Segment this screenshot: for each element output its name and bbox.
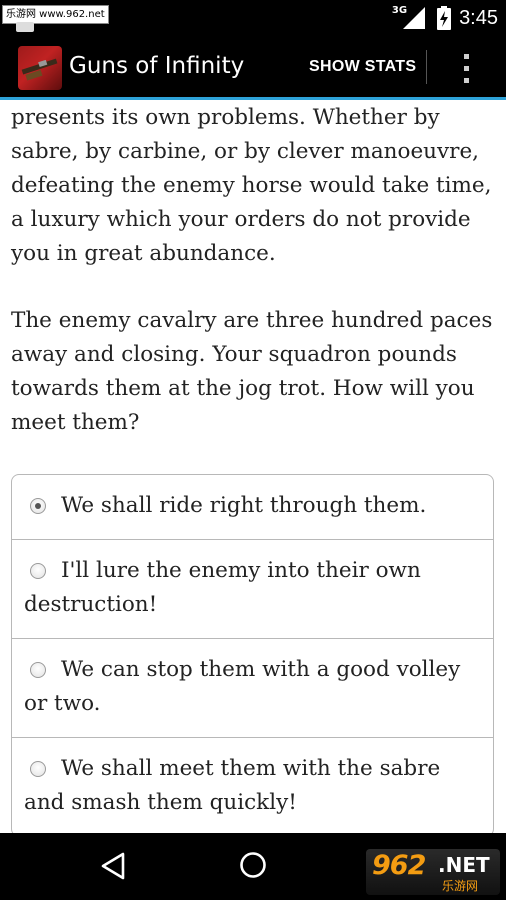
choice-label: I'll lure the enemy into their own destr… (24, 558, 421, 617)
app-bar-divider (426, 50, 427, 84)
choice-label: We can stop them with a good volley or t… (24, 657, 461, 716)
menu-dot (463, 77, 469, 83)
status-bar: 乐游网 www.962.net 3G 3:45 (0, 0, 506, 36)
watermark-net: .NET (438, 853, 490, 877)
watermark-logo: 962 .NET 乐游网 (366, 849, 500, 895)
choice-option[interactable]: We shall ride right through them. (12, 475, 493, 540)
navigation-bar: 962 .NET 乐游网 (0, 833, 506, 900)
story-paragraph: presents its own problems. Whether by sa… (11, 105, 492, 266)
radio-button[interactable] (30, 662, 46, 678)
network-type-label: 3G (391, 4, 408, 16)
app-logo-icon[interactable] (18, 46, 62, 90)
status-right: 3G 3:45 (392, 0, 498, 36)
more-vert-icon[interactable] (456, 50, 476, 86)
musket-icon (21, 58, 58, 81)
back-triangle-icon[interactable] (100, 851, 126, 881)
radio-button[interactable] (30, 563, 46, 579)
menu-dot (463, 53, 469, 59)
choice-option[interactable]: I'll lure the enemy into their own destr… (12, 540, 493, 639)
choice-list: We shall ride right through them. I'll l… (11, 474, 494, 833)
app-title: Guns of Infinity (69, 53, 245, 79)
watermark-number: 962 (372, 850, 426, 881)
radio-button-selected[interactable] (30, 498, 46, 514)
choice-label: We shall meet them with the sabre and sm… (24, 756, 441, 815)
battery-icon (437, 6, 452, 30)
clock: 3:45 (459, 6, 498, 29)
radio-button[interactable] (30, 761, 46, 777)
choice-option[interactable]: We shall meet them with the sabre and sm… (12, 738, 493, 833)
watermark-sub: 乐游网 (442, 879, 479, 893)
story-paragraph: The enemy cavalry are three hundred pace… (11, 308, 493, 435)
show-stats-button[interactable]: SHOW STATS (309, 58, 416, 76)
notification-icon (16, 22, 34, 32)
home-circle-icon[interactable] (238, 850, 268, 880)
choice-label: We shall ride right through them. (61, 493, 427, 518)
app-bar: Guns of Infinity SHOW STATS (0, 36, 506, 100)
menu-dot (463, 65, 469, 71)
story-content: presents its own problems. Whether by sa… (0, 100, 506, 833)
choice-option[interactable]: We can stop them with a good volley or t… (12, 639, 493, 738)
